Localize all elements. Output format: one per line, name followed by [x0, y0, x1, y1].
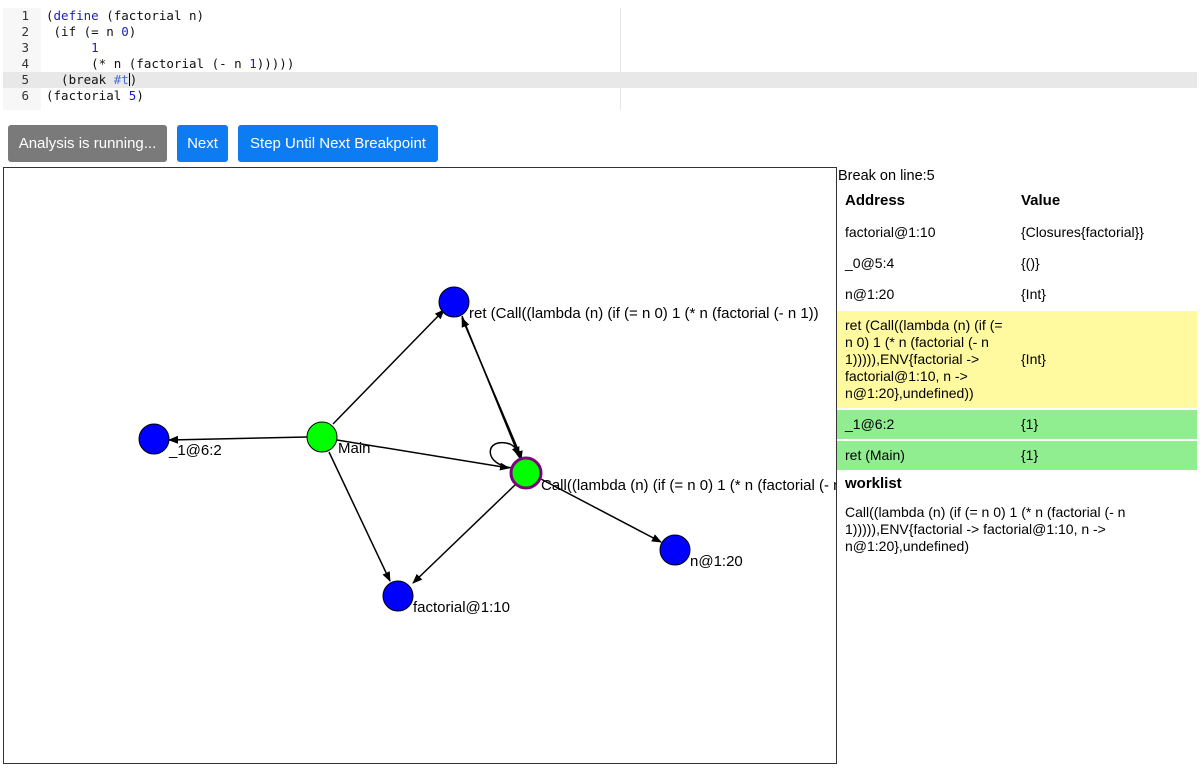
- line-number: 1: [21, 8, 29, 23]
- store-row: n@1:20 {Int}: [837, 278, 1197, 310]
- code-text[interactable]: 1: [46, 40, 99, 56]
- code-line[interactable]: 6 (factorial 5): [3, 88, 1197, 104]
- code-token: (break: [46, 72, 114, 87]
- graph-nodes[interactable]: ret (Call((lambda (n) (if (= n 0) 1 (* n…: [138, 286, 836, 616]
- store-value: {()}: [1013, 247, 1197, 279]
- address-header: Address: [845, 192, 906, 209]
- node-underscore1[interactable]: [138, 423, 170, 455]
- store-table: Address Value factorial@1:10 {Closures{fa…: [837, 185, 1197, 470]
- worklist-item: Call((lambda (n) (if (= n 0) 1 (* n (fac…: [845, 504, 1126, 554]
- node-underscore1-label: _1@6:2: [168, 442, 222, 459]
- code-token: 0: [121, 24, 129, 39]
- code-line[interactable]: 3 1: [3, 40, 1197, 56]
- graph-edges: [168, 309, 662, 584]
- next-button[interactable]: Next: [177, 125, 228, 162]
- edge-main-to-ret-call: [332, 309, 445, 425]
- store-address: _1@6:2: [837, 408, 1013, 440]
- store-value: {Closures{factorial}}: [1013, 216, 1197, 248]
- line-number: 3: [21, 40, 29, 55]
- store-row: factorial@1:10 {Closures{factorial}}: [837, 216, 1197, 248]
- code-line[interactable]: 4 (* n (factorial (- n 1))))): [3, 56, 1197, 72]
- analysis-running-button[interactable]: Analysis is running...: [8, 125, 167, 162]
- store-row: ret (Call((lambda (n) (if (= n 0) 1 (* n…: [837, 309, 1197, 409]
- store-value: {1}: [1013, 408, 1197, 440]
- code-text[interactable]: (if (= n 0): [46, 24, 137, 40]
- line-number: 6: [21, 88, 29, 103]
- store-rows: factorial@1:10 {Closures{factorial}} _0@5:…: [837, 216, 1197, 470]
- code-line[interactable]: 2 (if (= n 0): [3, 24, 1197, 40]
- graph-canvas[interactable]: ret (Call((lambda (n) (if (= n 0) 1 (* n…: [4, 168, 836, 763]
- store-address: _0@5:4: [837, 247, 1013, 279]
- code-text[interactable]: (* n (factorial (- n 1))))): [46, 56, 294, 72]
- code-token: ): [129, 72, 138, 87]
- code-token: #t: [113, 72, 129, 87]
- step-until-breakpoint-button[interactable]: Step Until Next Breakpoint: [238, 125, 438, 162]
- node-main-label: Main: [338, 440, 371, 457]
- line-number: 2: [21, 24, 29, 39]
- node-n-label: n@1:20: [690, 553, 743, 570]
- code-token: define: [53, 8, 99, 23]
- code-token: ): [128, 24, 137, 39]
- node-factorial-label: factorial@1:10: [413, 599, 510, 616]
- store-address: ret (Main): [837, 439, 1013, 470]
- code-token: 1: [249, 56, 257, 71]
- edge-ret-call-to-call: [461, 315, 520, 457]
- edge-main-to-underscore1: [168, 435, 308, 444]
- edge-main-to-factorial: [328, 451, 391, 582]
- node-call-label: Call((lambda (n) (if (= n 0) 1 (* n (fac…: [541, 477, 836, 494]
- worklist-title: worklist: [845, 475, 902, 492]
- line-number: 4: [21, 56, 29, 71]
- node-factorial[interactable]: [382, 580, 414, 612]
- edge-call-to-factorial: [412, 483, 517, 584]
- node-call[interactable]: [509, 456, 543, 490]
- code-line[interactable]: 5 (break #t): [3, 72, 1197, 88]
- code-text[interactable]: (factorial 5): [46, 88, 144, 104]
- code-token: (if (= n: [46, 24, 122, 39]
- node-ret-call[interactable]: [438, 286, 470, 318]
- store-address: n@1:20: [837, 278, 1013, 310]
- code-text[interactable]: (define (factorial n): [46, 8, 204, 24]
- code-token: (* n (factorial (- n: [46, 56, 250, 71]
- store-address: ret (Call((lambda (n) (if (= n 0) 1 (* n…: [837, 309, 1013, 409]
- value-header: Value: [1021, 192, 1061, 209]
- code-token: (: [46, 8, 54, 23]
- code-text[interactable]: (break #t): [46, 72, 137, 88]
- store-address: factorial@1:10: [837, 216, 1013, 248]
- store-row: ret (Main) {1}: [837, 439, 1197, 470]
- store-value: {Int}: [1013, 278, 1197, 310]
- code-token: 1: [91, 40, 99, 55]
- code-token: (factorial n): [98, 8, 205, 23]
- code-editor[interactable]: 1 (define (factorial n) 2 (if (= n 0) 3 14 …: [3, 8, 1197, 110]
- line-number: 5: [21, 72, 29, 87]
- code-token: ): [136, 88, 144, 103]
- break-status: Break on line:5: [838, 168, 935, 184]
- node-main[interactable]: [306, 421, 338, 453]
- code-token: (factorial: [46, 88, 129, 103]
- store-row: _1@6:2 {1}: [837, 408, 1197, 440]
- store-value: {Int}: [1013, 309, 1197, 409]
- node-n[interactable]: [659, 534, 691, 566]
- code-line[interactable]: 1 (define (factorial n): [3, 8, 1197, 24]
- code-token: ))))): [256, 56, 295, 71]
- store-value: {1}: [1013, 439, 1197, 470]
- store-table-header: Address Value: [837, 185, 1197, 217]
- node-ret-call-label: ret (Call((lambda (n) (if (= n 0) 1 (* n…: [469, 305, 819, 322]
- store-row: _0@5:4{()}: [837, 247, 1197, 279]
- analysis-graph[interactable]: ret (Call((lambda (n) (if (= n 0) 1 (* n…: [3, 167, 837, 764]
